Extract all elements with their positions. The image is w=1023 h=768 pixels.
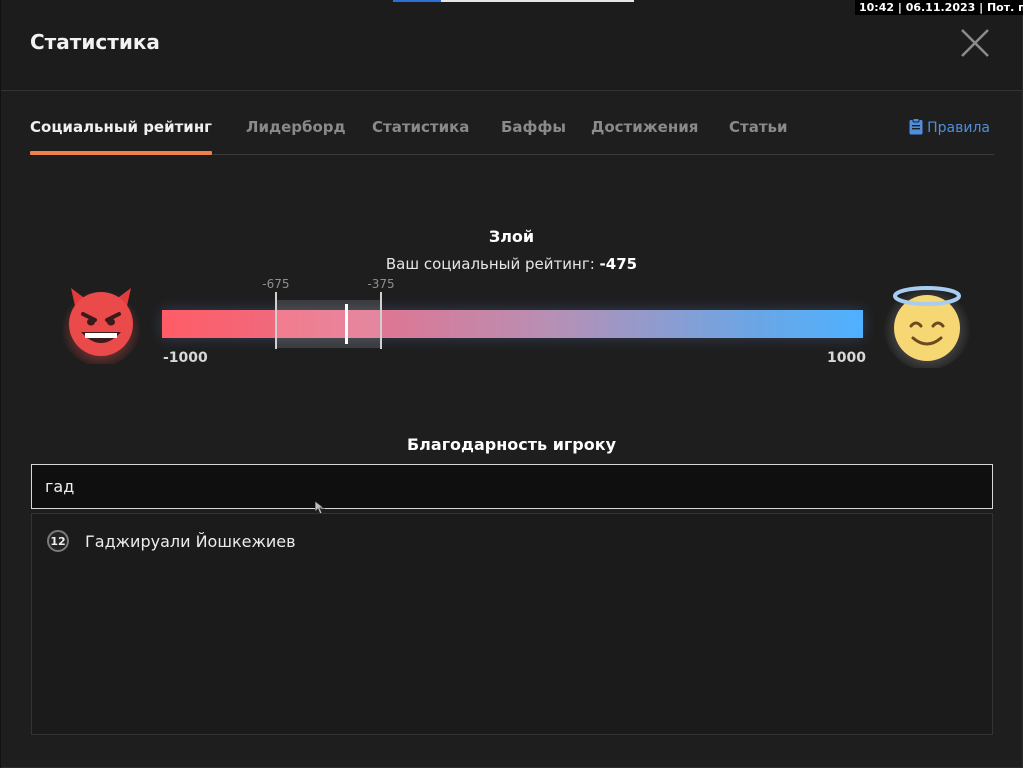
tab-leaderboard[interactable]: Лидерборд <box>246 118 346 154</box>
band-high-label: -375 <box>367 277 395 291</box>
mouse-cursor-icon <box>314 500 326 515</box>
tab-buffs[interactable]: Баффы <box>501 118 566 154</box>
close-icon[interactable] <box>959 27 991 59</box>
rating-mood: Злой <box>488 227 535 246</box>
search-results: 12 Гаджируали Йошкежиев <box>31 513 993 735</box>
rating-value: -475 <box>599 255 638 273</box>
tab-social-rating[interactable]: Социальный рейтинг <box>30 118 213 155</box>
current-rating-marker <box>344 304 348 344</box>
rating-scale <box>162 310 863 338</box>
statistics-window: Статистика Социальный рейтинг Лидерборд … <box>1 0 1023 768</box>
player-name: Гаджируали Йошкежиев <box>85 531 296 551</box>
scale-max-label: 1000 <box>827 350 866 366</box>
scale-min-label: -1000 <box>163 350 208 366</box>
list-item[interactable]: 12 Гаджируали Йошкежиев <box>32 526 992 556</box>
angel-emoji-icon <box>881 276 973 370</box>
tab-articles[interactable]: Статьи <box>729 118 788 154</box>
devil-emoji-icon <box>59 280 143 366</box>
rules-label: Правила <box>927 120 990 136</box>
level-badge: 12 <box>47 530 69 552</box>
clipboard-icon <box>909 117 923 139</box>
rating-line: Ваш социальный рейтинг: -475 <box>1 255 1022 273</box>
band-low-marker <box>274 292 277 349</box>
screen: Статистика Социальный рейтинг Лидерборд … <box>0 0 1023 768</box>
band-high-marker <box>380 292 383 349</box>
tab-bar: Социальный рейтинг Лидерборд Статистика … <box>30 110 994 155</box>
tab-achievements[interactable]: Достижения <box>591 118 698 154</box>
rating-band <box>275 300 382 348</box>
band-low-label: -675 <box>262 277 290 291</box>
rating-label: Ваш социальный рейтинг: <box>385 255 595 273</box>
system-status: 10:42 | 06.11.2023 | Пот. паке <box>855 0 1023 15</box>
rules-link[interactable]: Правила <box>909 117 990 139</box>
window-title: Статистика <box>30 30 160 54</box>
tab-statistics[interactable]: Статистика <box>372 118 469 154</box>
player-search-input[interactable] <box>31 464 993 509</box>
loading-bar <box>393 0 634 2</box>
thanks-title: Благодарность игроку <box>406 435 617 454</box>
